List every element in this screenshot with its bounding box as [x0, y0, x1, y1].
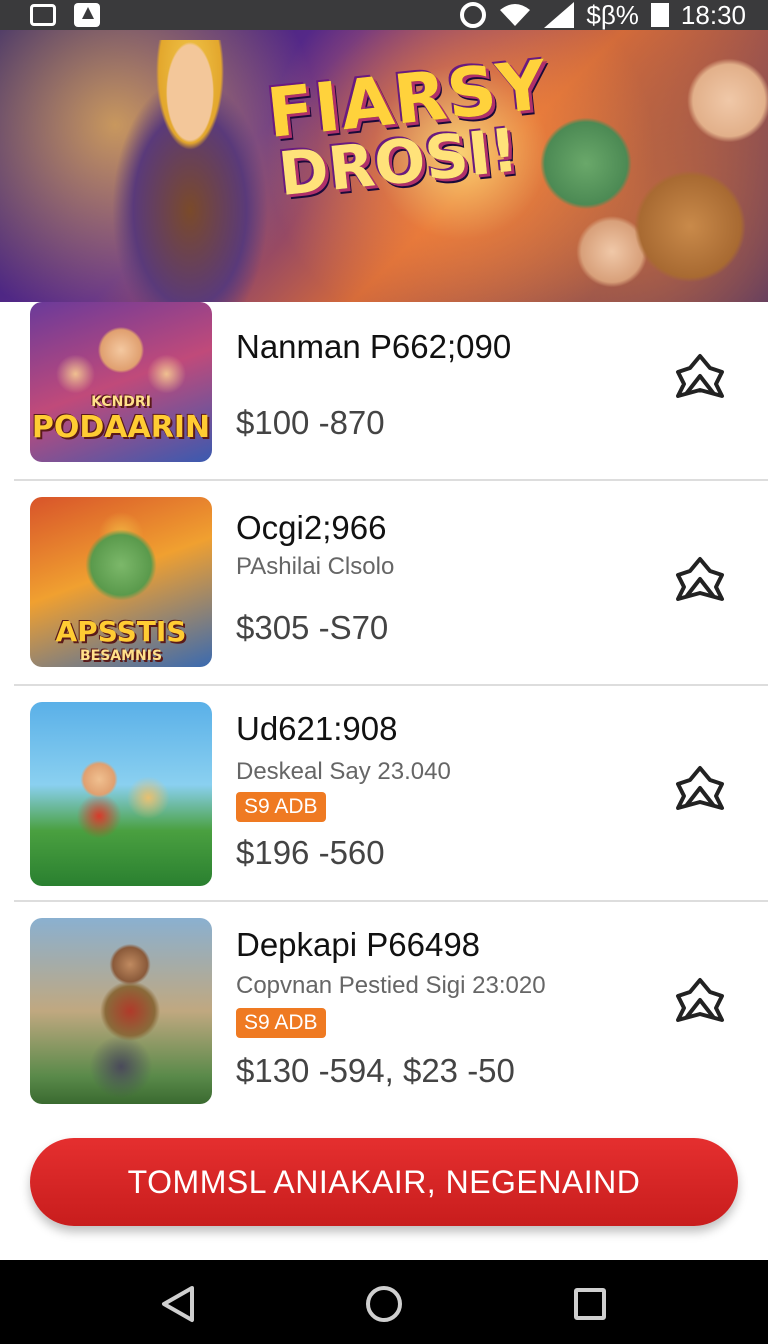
favorite-knot-icon[interactable] — [672, 762, 728, 818]
item-price: $130 -594, $23 -50 — [236, 1052, 515, 1089]
hero-heroine-illustration — [90, 40, 290, 302]
list-item[interactable]: Depkapi P66498 Copvnan Pestied Sigi 23:0… — [0, 902, 768, 1108]
primary-action-button[interactable]: TOMMSL ANIAKAIR, NEGENAIND — [30, 1138, 738, 1226]
favorite-knot-icon[interactable] — [672, 350, 728, 406]
favorite-knot-icon[interactable] — [672, 553, 728, 609]
item-title: Ocgi2;966 — [236, 509, 387, 546]
status-time: 18:30 — [680, 0, 746, 30]
item-price: $305 -S70 — [236, 609, 389, 646]
item-thumbnail — [30, 702, 212, 886]
favorite-knot-icon[interactable] — [672, 974, 728, 1030]
item-subtitle: Deskeal Say 23.040 — [236, 758, 451, 785]
battery-icon — [650, 3, 669, 27]
item-price: $196 -560 — [236, 834, 385, 871]
status-bar: $β% 18:30 — [0, 0, 768, 30]
home-circle-icon[interactable] — [366, 1286, 402, 1322]
thumb-text: APSSTIS — [55, 615, 187, 648]
system-nav-bar — [0, 1260, 768, 1344]
item-thumbnail — [30, 918, 212, 1104]
item-subtitle: PAshilai Clsolo — [236, 553, 395, 580]
list-item[interactable]: Ud621:908 Deskeal Say 23.040 S9 ADB $196… — [0, 686, 768, 900]
item-title: Ud621:908 — [236, 710, 398, 747]
item-thumbnail: KCNDRI PODAARIN — [30, 302, 212, 462]
item-price: $100 -870 — [236, 404, 385, 441]
upload-icon — [74, 3, 100, 27]
recents-square-icon[interactable] — [574, 1288, 606, 1320]
item-badge: S9 ADB — [236, 1008, 326, 1038]
item-title: Depkapi P66498 — [236, 926, 481, 963]
status-extra: $β% — [586, 0, 639, 30]
phone-screen: $β% 18:30 FIARSY DROSI! KCNDRI PODAARIN … — [0, 0, 768, 1344]
thumb-small-text: BESAMNIS — [79, 648, 163, 664]
back-triangle-icon[interactable] — [160, 1284, 196, 1324]
item-badge: S9 ADB — [236, 792, 326, 822]
alarm-icon — [460, 2, 487, 28]
item-title: Nanman P662;090 — [236, 328, 512, 365]
item-subtitle: Copvnan Pestied Sigi 23:020 — [236, 972, 546, 999]
hero-banner[interactable]: FIARSY DROSI! — [0, 30, 768, 302]
wifi-icon — [500, 4, 531, 26]
signal-icon — [544, 2, 575, 28]
list-item[interactable]: APSSTIS BESAMNIS Ocgi2;966 PAshilai Clso… — [0, 481, 768, 684]
cta-area: TOMMSL ANIAKAIR, NEGENAIND — [0, 1108, 768, 1260]
thumb-text: PODAARIN — [31, 410, 211, 445]
calendar-icon — [30, 4, 56, 26]
thumb-small-text: KCNDRI — [91, 394, 151, 410]
hero-logo-text: FIARSY DROSI! — [263, 46, 551, 210]
list-item[interactable]: KCNDRI PODAARIN Nanman P662;090 $100 -87… — [0, 302, 768, 479]
product-list: KCNDRI PODAARIN Nanman P662;090 $100 -87… — [0, 302, 768, 1108]
item-thumbnail: APSSTIS BESAMNIS — [30, 497, 212, 667]
